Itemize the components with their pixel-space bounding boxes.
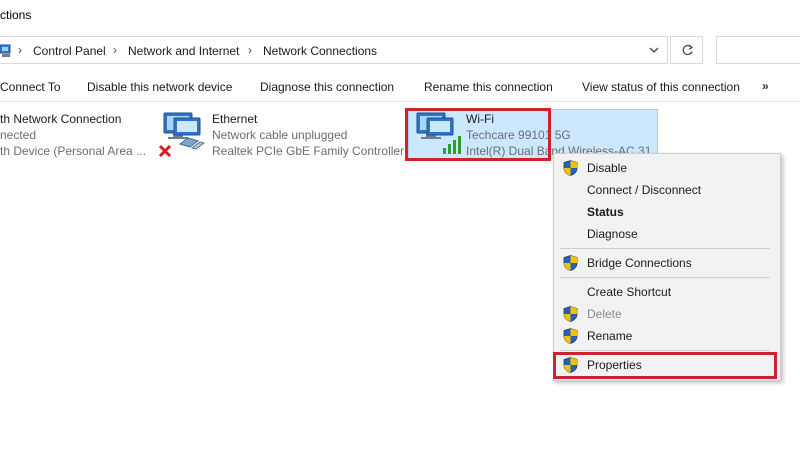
uac-shield-icon [563,160,578,176]
highlight-box-wifi [405,108,551,161]
refresh-icon [681,43,694,60]
connection-name: Ethernet [212,112,258,126]
breadcrumb-network-connections[interactable]: Network Connections [263,44,377,58]
menu-separator [560,248,770,249]
menu-item-create-shortcut[interactable]: Create Shortcut [554,281,780,303]
search-input[interactable] [716,36,800,64]
refresh-button[interactable] [670,36,703,64]
rename-connection-button[interactable]: Rename this connection [424,80,553,94]
window-title: ctions [0,8,32,22]
highlight-box-properties [553,352,777,379]
uac-shield-icon [563,255,578,271]
breadcrumb-control-panel[interactable]: Control Panel [33,44,106,58]
menu-item-label: Connect / Disconnect [587,183,702,197]
connection-status: Network cable unplugged [212,128,348,142]
breadcrumb-network-and-internet[interactable]: Network and Internet [128,44,239,58]
menu-separator [560,277,770,278]
menu-item-status[interactable]: Status [554,201,780,223]
connection-item-bluetooth[interactable]: th Network Connection nected th Device (… [0,110,150,160]
menu-separator [560,350,770,351]
connection-status: nected [0,128,37,142]
connection-device: th Device (Personal Area ... [0,144,147,158]
more-commands-button[interactable]: » [762,79,769,93]
menu-item-bridge-connections[interactable]: Bridge Connections [554,252,780,274]
menu-item-label: Diagnose [587,227,638,241]
menu-item-label: Bridge Connections [587,256,692,270]
menu-item-connect-disconnect[interactable]: Connect / Disconnect [554,179,780,201]
connect-to-button[interactable]: Connect To [0,80,61,94]
uac-shield-icon [563,328,578,344]
address-bar[interactable]: › Control Panel › Network and Internet ›… [0,36,668,64]
menu-item-label: Create Shortcut [587,285,672,299]
chevron-down-icon[interactable] [647,43,661,57]
network-folder-icon [0,44,12,58]
address-row: › Control Panel › Network and Internet ›… [0,34,800,66]
ethernet-adapter-icon [158,110,208,163]
context-menu: Disable Connect / Disconnect Status Diag… [553,153,781,381]
menu-item-disable[interactable]: Disable [554,157,780,179]
divider [0,101,800,102]
connection-device: Realtek PCIe GbE Family Controller [212,144,405,158]
connection-name: th Network Connection [0,112,122,126]
menu-item-label: Rename [587,329,633,343]
uac-shield-icon [563,306,578,322]
menu-item-label: Status [587,205,624,219]
title-bar: ctions [0,0,800,30]
chevron-right-icon[interactable]: › [113,43,117,57]
menu-item-diagnose[interactable]: Diagnose [554,223,780,245]
diagnose-connection-button[interactable]: Diagnose this connection [260,80,394,94]
menu-item-delete: Delete [554,303,780,325]
command-bar: Connect To Disable this network device D… [0,72,800,100]
chevron-right-icon[interactable]: › [18,43,22,57]
menu-item-label: Delete [587,307,622,321]
chevron-right-icon[interactable]: › [248,43,252,57]
disable-device-button[interactable]: Disable this network device [87,80,232,94]
menu-item-rename[interactable]: Rename [554,325,780,347]
connection-item-ethernet[interactable]: Ethernet Network cable unplugged Realtek… [158,110,405,163]
view-status-button[interactable]: View status of this connection [582,80,740,94]
menu-item-label: Disable [587,161,628,175]
